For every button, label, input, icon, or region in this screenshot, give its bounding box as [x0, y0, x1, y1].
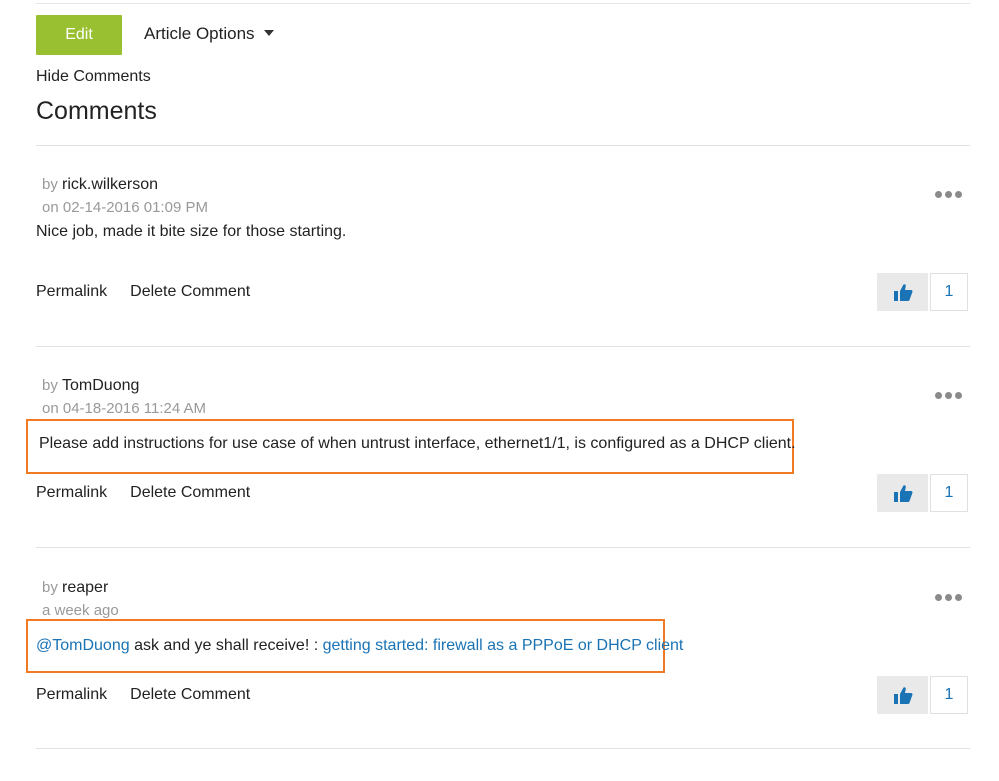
divider: [36, 145, 970, 146]
comment-body: @TomDuong ask and ye shall receive! : ge…: [36, 637, 683, 655]
divider: [36, 748, 970, 749]
comment-actions: Permalink Delete Comment: [36, 283, 250, 301]
thumbs-up-icon: [893, 686, 912, 704]
comment-actions: Permalink Delete Comment: [36, 484, 250, 502]
comment-item: by rick.wilkerson on 02-14-2016 01:09 PM…: [0, 176, 999, 378]
kudos-button[interactable]: [877, 474, 928, 512]
comment-item: by TomDuong on 04-18-2016 11:24 AM Pleas…: [0, 377, 999, 579]
byline: by reaper: [42, 579, 108, 597]
article-link[interactable]: getting started: firewall as a PPPoE or …: [323, 637, 684, 654]
delete-comment-link[interactable]: Delete Comment: [130, 283, 250, 301]
comment-text: ask and ye shall receive! :: [129, 637, 323, 654]
hide-comments-link[interactable]: Hide Comments: [36, 68, 151, 86]
byline: by rick.wilkerson: [42, 176, 158, 194]
permalink-link[interactable]: Permalink: [36, 283, 107, 301]
mention-link[interactable]: @TomDuong: [36, 637, 130, 654]
top-divider: [36, 3, 970, 4]
thumbs-up-icon: [893, 283, 912, 301]
kudos-button[interactable]: [877, 273, 928, 311]
article-options-dropdown[interactable]: Article Options: [144, 24, 274, 44]
delete-comment-link[interactable]: Delete Comment: [130, 484, 250, 502]
kudos-count[interactable]: 1: [930, 676, 968, 714]
permalink-link[interactable]: Permalink: [36, 686, 107, 704]
by-label: by: [42, 377, 58, 394]
by-label: by: [42, 579, 58, 596]
author-link[interactable]: rick.wilkerson: [62, 176, 158, 193]
byline: by TomDuong: [42, 377, 139, 395]
comment-item: by reaper a week ago @TomDuong ask and y…: [0, 579, 999, 781]
permalink-link[interactable]: Permalink: [36, 484, 107, 502]
edit-button[interactable]: Edit: [36, 15, 122, 55]
comment-date: on 02-14-2016 01:09 PM: [42, 199, 208, 216]
by-label: by: [42, 176, 58, 193]
comments-heading: Comments: [36, 97, 157, 125]
more-options-icon[interactable]: [935, 191, 962, 198]
comment-date: on 04-18-2016 11:24 AM: [42, 400, 207, 417]
kudos-count[interactable]: 1: [930, 474, 968, 512]
more-options-icon[interactable]: [935, 594, 962, 601]
article-options-label: Article Options: [144, 24, 255, 43]
comment-body: Please add instructions for use case of …: [39, 435, 796, 452]
kudos-button[interactable]: [877, 676, 928, 714]
author-link[interactable]: TomDuong: [62, 377, 139, 394]
chevron-down-icon: [263, 30, 274, 36]
more-options-icon[interactable]: [935, 392, 962, 399]
divider: [36, 346, 970, 347]
thumbs-up-icon: [893, 484, 912, 502]
divider: [36, 547, 970, 548]
comment-body: Nice job, made it bite size for those st…: [36, 223, 347, 240]
comment-actions: Permalink Delete Comment: [36, 686, 250, 704]
comment-date: a week ago: [42, 602, 119, 619]
kudos-count[interactable]: 1: [930, 273, 968, 311]
delete-comment-link[interactable]: Delete Comment: [130, 686, 250, 704]
author-link[interactable]: reaper: [62, 579, 108, 596]
